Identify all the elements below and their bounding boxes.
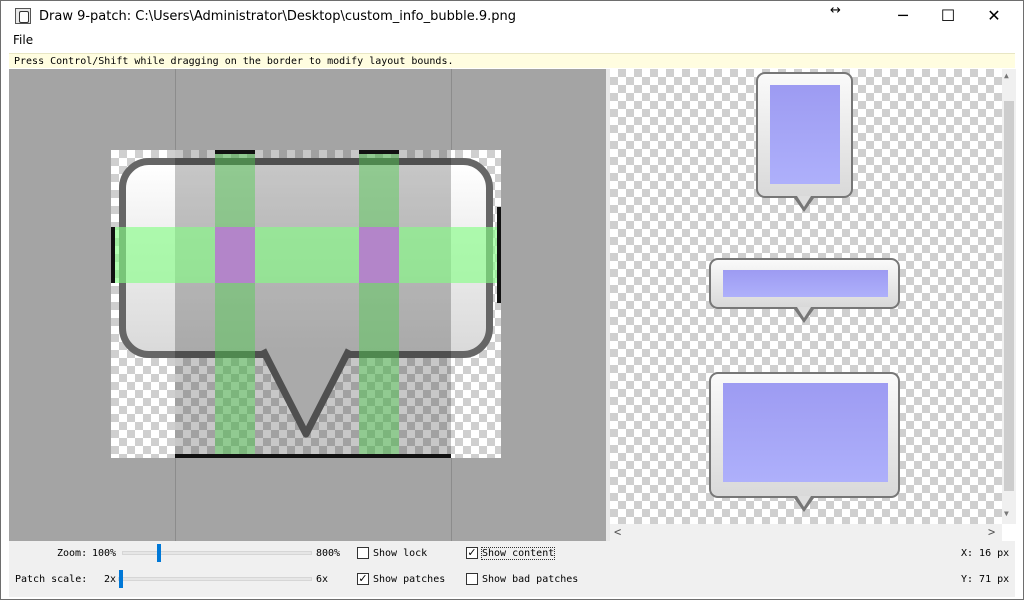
hint-bar: Press Control/Shift while dragging on th… bbox=[9, 53, 1015, 68]
window-title: Draw 9-patch: C:\Users\Administrator\Des… bbox=[39, 9, 517, 24]
horizontal-patch bbox=[111, 227, 501, 283]
patch-intersection-left bbox=[215, 227, 255, 283]
show-bad-patches-label[interactable]: Show bad patches bbox=[482, 574, 578, 585]
bottom-content-mark[interactable] bbox=[175, 454, 451, 458]
show-content-label[interactable]: Show content bbox=[480, 547, 556, 560]
right-content-mark[interactable] bbox=[497, 207, 501, 303]
controls-panel: Zoom: 100% 800% Show lock ✓ Show content… bbox=[9, 541, 1015, 597]
preview-content-wide bbox=[723, 270, 888, 297]
preview-tail-wide bbox=[794, 307, 814, 323]
zoom-max-label: 800% bbox=[316, 548, 341, 559]
y-coordinate-readout: Y: 71 px bbox=[961, 574, 1010, 585]
vertical-patch-left bbox=[215, 150, 255, 458]
show-patches-label[interactable]: Show patches bbox=[373, 574, 445, 585]
scroll-right-icon[interactable]: > bbox=[988, 525, 995, 539]
preview-content-large bbox=[723, 383, 888, 482]
show-bad-patches-checkbox[interactable] bbox=[466, 573, 478, 585]
preview-tail-tall bbox=[794, 196, 814, 212]
preview-bubble-wide bbox=[709, 258, 900, 309]
close-button[interactable]: ✕ bbox=[971, 1, 1017, 31]
patch-scale-label: Patch scale: bbox=[15, 574, 88, 585]
zoom-slider-thumb[interactable] bbox=[157, 544, 161, 562]
patch-editor-canvas[interactable] bbox=[9, 69, 606, 541]
stretch-preview-pane bbox=[610, 69, 1002, 524]
zoom-slider-track[interactable] bbox=[122, 551, 312, 555]
show-lock-checkbox[interactable] bbox=[357, 547, 369, 559]
zoom-min-label: 100% bbox=[92, 548, 117, 559]
maximize-button[interactable]: ☐ bbox=[925, 1, 971, 31]
draw9patch-window: Draw 9-patch: C:\Users\Administrator\Des… bbox=[0, 0, 1024, 600]
vertical-patch-right bbox=[359, 150, 399, 458]
scroll-up-icon[interactable]: ▲ bbox=[1004, 71, 1009, 80]
scroll-left-icon[interactable]: < bbox=[614, 525, 621, 539]
minimize-button[interactable]: ─ bbox=[880, 1, 926, 31]
preview-vertical-scrollbar[interactable]: ▲ ▼ bbox=[1002, 69, 1016, 524]
title-bar[interactable]: Draw 9-patch: C:\Users\Administrator\Des… bbox=[1, 1, 1023, 31]
show-content-checkbox[interactable]: ✓ bbox=[466, 547, 478, 559]
preview-horizontal-scrollbar[interactable]: < > bbox=[610, 524, 1002, 541]
patch-scale-min-label: 2x bbox=[104, 574, 117, 585]
minimize-icon: ─ bbox=[898, 6, 908, 25]
resize-cursor-icon: ↔ bbox=[830, 3, 841, 18]
show-lock-label[interactable]: Show lock bbox=[373, 548, 427, 559]
patch-scale-max-label: 6x bbox=[316, 574, 329, 585]
nine-patch-app-icon bbox=[15, 8, 31, 24]
maximize-icon: ☐ bbox=[940, 6, 956, 25]
scroll-down-icon[interactable]: ▼ bbox=[1004, 509, 1009, 518]
preview-content-tall bbox=[770, 85, 840, 184]
menu-file[interactable]: File bbox=[13, 33, 33, 47]
patch-scale-slider-thumb[interactable] bbox=[119, 570, 123, 588]
zoom-label: Zoom: bbox=[57, 548, 88, 559]
left-stretch-mark[interactable] bbox=[111, 227, 115, 283]
close-icon: ✕ bbox=[987, 6, 1001, 25]
preview-bubble-large bbox=[709, 372, 900, 498]
menu-bar: File bbox=[1, 31, 1023, 51]
x-coordinate-readout: X: 16 px bbox=[961, 548, 1010, 559]
show-patches-checkbox[interactable]: ✓ bbox=[357, 573, 369, 585]
top-stretch-mark-left[interactable] bbox=[215, 150, 255, 154]
vertical-scroll-thumb[interactable] bbox=[1004, 101, 1014, 491]
patch-intersection-right bbox=[359, 227, 399, 283]
patch-scale-slider-track[interactable] bbox=[118, 577, 312, 581]
top-stretch-mark-right[interactable] bbox=[359, 150, 399, 154]
preview-tail-large bbox=[794, 496, 814, 512]
preview-bubble-tall bbox=[756, 72, 853, 198]
nine-patch-image[interactable] bbox=[111, 150, 501, 458]
